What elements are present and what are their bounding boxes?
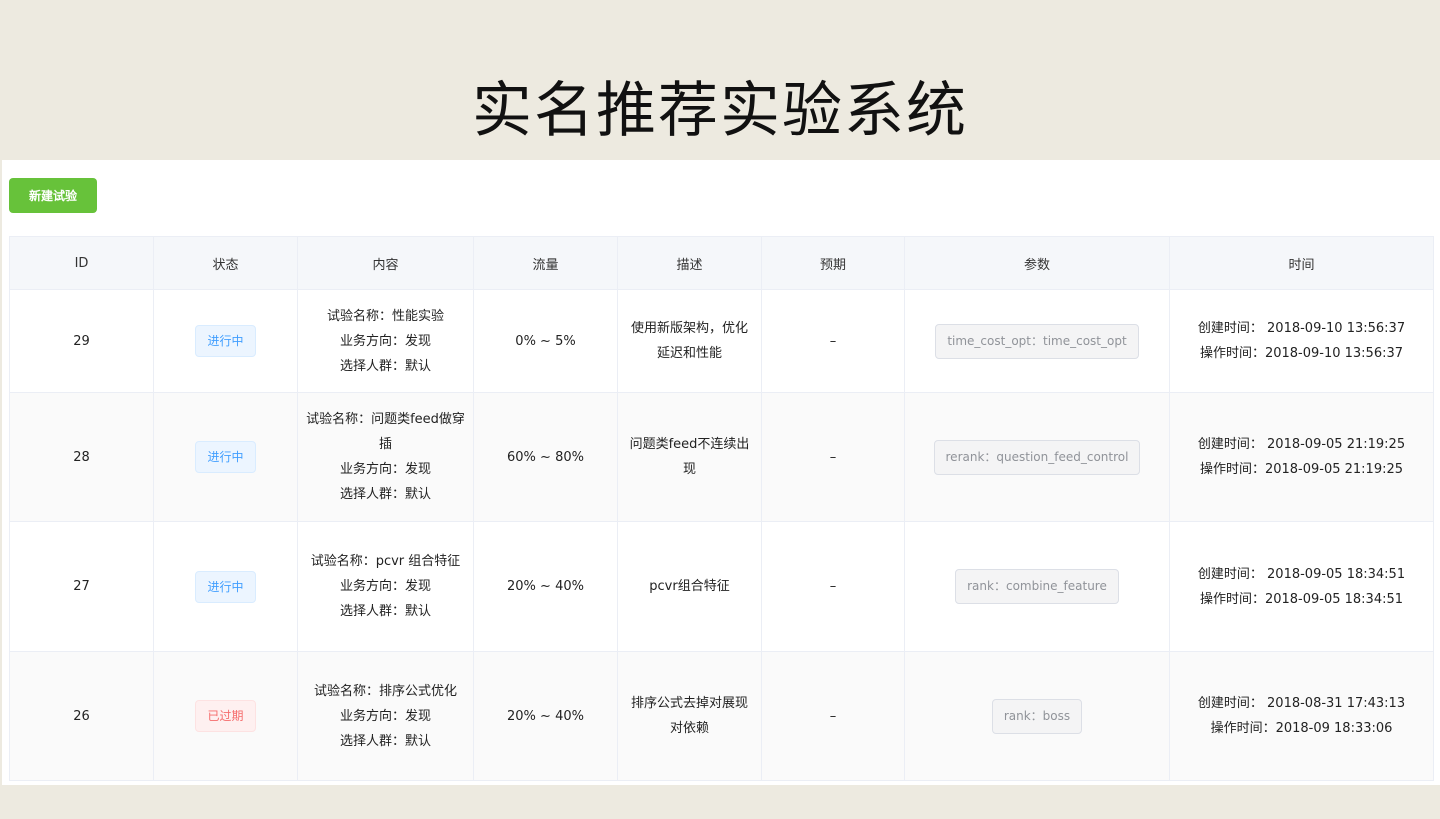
experiment-name: 试验名称：问题类feed做穿插 [306,412,465,452]
created-time: 创建时间： 2018-09-10 13:56:37 [1197,321,1406,336]
experiment-panel: 新建试验 ID 状态 内容 流量 描述 预期 参数 时间 29 进行中 试验名称… [2,160,1440,785]
cell-time: 创建时间： 2018-09-05 18:34:51 操作时间：2018-09-05… [1169,521,1434,652]
col-params[interactable]: 参数 [904,236,1170,290]
cell-time: 创建时间： 2018-09-05 21:19:25 操作时间：2018-09-05… [1169,392,1434,522]
cell-time: 创建时间： 2018-08-31 17:43:13 操作时间：2018-09 18… [1169,651,1434,781]
cell-expectation: – [761,521,905,652]
cell-traffic: 60% ~ 80% [473,392,618,522]
target-crowd: 选择人群：默认 [339,487,431,502]
cell-status: 进行中 [153,392,298,522]
param-tag: rerank：question_feed_control [933,439,1141,475]
status-badge: 进行中 [195,570,256,603]
target-crowd: 选择人群：默认 [339,733,431,749]
created-time: 创建时间： 2018-09-05 21:19:25 [1197,437,1406,452]
operated-time: 操作时间：2018-09 18:33:06 [1210,721,1393,736]
cell-expectation: – [761,392,905,522]
business-direction: 业务方向：发现 [339,579,431,594]
cell-content: 试验名称：问题类feed做穿插业务方向：发现 选择人群：默认 [297,392,474,522]
cell-id: 27 [9,521,154,652]
cell-params: rank：combine_feature [904,521,1170,652]
business-direction: 业务方向：发现 [339,462,431,477]
experiment-table: ID 状态 内容 流量 描述 预期 参数 时间 29 进行中 试验名称：性能实验… [9,236,1434,781]
col-description[interactable]: 描述 [617,236,762,290]
col-status[interactable]: 状态 [153,236,298,290]
cell-status: 已过期 [153,651,298,781]
operated-time: 操作时间：2018-09-05 18:34:51 [1199,591,1404,607]
cell-time: 创建时间： 2018-09-10 13:56:37 操作时间：2018-09-10… [1169,289,1434,393]
cell-status: 进行中 [153,521,298,652]
col-expectation[interactable]: 预期 [761,236,905,290]
cell-content: 试验名称：pcvr 组合特征 业务方向：发现 选择人群：默认 [297,521,474,652]
cell-params: time_cost_opt：time_cost_opt [904,289,1170,393]
cell-expectation: – [761,651,905,781]
col-content[interactable]: 内容 [297,236,474,290]
target-crowd: 选择人群：默认 [339,358,431,374]
cell-traffic: 20% ~ 40% [473,521,618,652]
cell-traffic: 0% ~ 5% [473,289,618,393]
page-title: 实名推荐实验系统 [472,76,968,146]
param-tag: rank：combine_feature [955,569,1119,604]
col-id[interactable]: ID [9,236,154,290]
cell-description: pcvr组合特征 [617,521,762,652]
experiment-name: 试验名称：性能实验 [326,308,444,324]
experiment-name: 试验名称：排序公式优化 [313,683,457,699]
table-header: ID 状态 内容 流量 描述 预期 参数 时间 [9,236,1434,290]
cell-description: 使用新版架构，优化延迟和性能 [617,289,762,393]
cell-params: rank：boss [904,651,1170,781]
target-crowd: 选择人群：默认 [339,604,431,619]
new-experiment-button[interactable]: 新建试验 [9,178,97,213]
operated-time: 操作时间：2018-09-05 21:19:25 [1199,462,1404,477]
cell-expectation: – [761,289,905,393]
created-time: 创建时间： 2018-09-05 18:34:51 [1197,566,1406,582]
cell-params: rerank：question_feed_control [904,392,1170,522]
cell-id: 28 [9,392,154,522]
status-badge: 进行中 [195,441,256,473]
param-tag: rank：boss [991,698,1083,734]
business-direction: 业务方向：发现 [339,708,431,724]
cell-description: 问题类feed不连续出现 [617,392,762,522]
table-row[interactable]: 29 进行中 试验名称：性能实验 业务方向：发现 选择人群：默认 0% ~ 5% 使… [9,289,1434,393]
status-badge: 已过期 [195,700,256,732]
table-row[interactable]: 27 进行中 试验名称：pcvr 组合特征 业务方向：发现 选择人群：默认 20% … [9,521,1434,652]
status-badge: 进行中 [195,325,256,357]
created-time: 创建时间： 2018-08-31 17:43:13 [1197,696,1406,711]
experiment-name: 试验名称：pcvr 组合特征 [310,554,461,569]
table-row[interactable]: 28 进行中 试验名称：问题类feed做穿插业务方向：发现 选择人群：默认 60%… [9,392,1434,522]
col-traffic[interactable]: 流量 [473,236,618,290]
param-tag: time_cost_opt：time_cost_opt [935,323,1139,359]
operated-time: 操作时间：2018-09-10 13:56:37 [1199,346,1404,361]
table-row[interactable]: 26 已过期 试验名称：排序公式优化 业务方向：发现 选择人群：默认 20% ~ 4… [9,651,1434,781]
cell-content: 试验名称：排序公式优化 业务方向：发现 选择人群：默认 [297,651,474,781]
cell-description: 排序公式去掉对展现对依赖 [617,651,762,781]
cell-status: 进行中 [153,289,298,393]
cell-traffic: 20% ~ 40% [473,651,618,781]
cell-content: 试验名称：性能实验 业务方向：发现 选择人群：默认 [297,289,474,393]
cell-id: 26 [9,651,154,781]
business-direction: 业务方向：发现 [339,333,431,349]
col-time[interactable]: 时间 [1169,236,1434,290]
cell-id: 29 [9,289,154,393]
